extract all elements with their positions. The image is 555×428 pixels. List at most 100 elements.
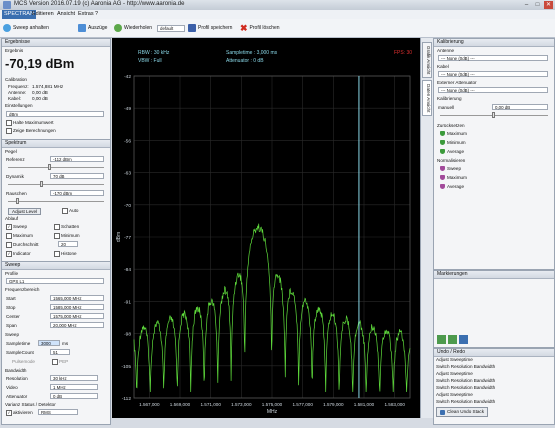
referenz-slider[interactable] xyxy=(48,164,51,170)
kabel-select[interactable]: --- None (0dB) --- xyxy=(438,71,548,77)
x-tick-label: 1.577,000 xyxy=(292,402,313,407)
undo-item[interactable]: Switch Resolution Bandwidth xyxy=(436,364,495,369)
wiederholen-button[interactable]: Wiederholen xyxy=(114,23,152,33)
pulsemode-label: Pulsemode xyxy=(12,359,35,364)
sweep-profile-select[interactable]: GPS L1 xyxy=(6,278,104,284)
histone-checkbox[interactable]: Histone xyxy=(54,251,77,257)
durchschnitt-field[interactable]: 20 xyxy=(58,241,78,247)
minimize-icon[interactable]: – xyxy=(522,1,531,9)
shield-icon xyxy=(440,184,445,189)
sweep-panel: Sweep Profile GPS L1 Frequenzbereich Sta… xyxy=(1,261,111,425)
referenz-field[interactable]: -112 dBm xyxy=(50,156,104,162)
norm-sweep-button[interactable]: Sweep xyxy=(440,166,461,171)
maximum-checkbox[interactable]: Maximum xyxy=(6,233,33,239)
x-tick-label: 1.575,000 xyxy=(262,402,283,407)
sampletime-field[interactable]: 3000 xyxy=(38,340,60,346)
sweep-checkbox[interactable]: ✓ Sweep xyxy=(6,224,27,230)
undo-item[interactable]: Switch Resolution Bandwidth xyxy=(436,378,495,383)
minimum-checkbox[interactable]: Minimum xyxy=(54,233,80,239)
clean-undo-button[interactable]: Clean Undo Stack xyxy=(436,407,489,417)
rauschen-field[interactable]: -170 dBm xyxy=(50,190,104,196)
add-marker-icon[interactable] xyxy=(437,335,446,344)
span-field[interactable]: 20,000 MHz xyxy=(50,322,104,328)
reset-minimum-button[interactable]: Minimum xyxy=(440,140,466,145)
menu-ansicht[interactable]: Ansicht xyxy=(57,11,75,17)
menu-extras[interactable]: Extras xyxy=(78,11,94,17)
tab-grafik-ansicht[interactable]: Grafik Ansicht xyxy=(422,42,432,78)
undo-item[interactable]: Adjust Sweeptime xyxy=(436,357,473,362)
center-field[interactable]: 1575,000 MHz xyxy=(50,313,104,319)
panel-header: Spektrum xyxy=(2,140,110,148)
stop-field[interactable]: 1585,000 MHz xyxy=(50,304,104,310)
menu-help[interactable]: ? xyxy=(95,11,98,17)
window-title: MCS Version 2016.07.19 (c) Aaronia AG - … xyxy=(14,1,185,7)
panel-header: Kalibrierung xyxy=(434,39,554,47)
undo-item[interactable]: Adjust Sweeptime xyxy=(436,392,473,397)
halte-max-checkbox[interactable]: Halte Maximumwert xyxy=(6,120,54,126)
close-icon[interactable]: ✕ xyxy=(544,1,553,9)
y-tick-label: -91 xyxy=(124,299,131,305)
undo-item[interactable]: Switch Resolution Bandwidth xyxy=(436,385,495,390)
x-tick-label: 1.567,000 xyxy=(139,402,160,407)
resolution-select[interactable]: 30 kHz xyxy=(50,375,98,381)
x-axis-label: MHz xyxy=(267,409,278,415)
zeige-abw-checkbox[interactable]: Zeige Berechnungen xyxy=(6,128,56,134)
auszuege-button[interactable]: Auszüge xyxy=(78,23,107,33)
manuell-slider[interactable] xyxy=(492,112,495,118)
pep-checkbox[interactable]: PEP xyxy=(52,359,68,365)
manuell-field[interactable]: 0,00 dB xyxy=(492,104,548,110)
delete-icon: ✖ xyxy=(240,22,248,33)
edit-marker-icon[interactable] xyxy=(448,335,457,344)
normalisieren-label: Normalisieren xyxy=(437,158,466,163)
unit-select[interactable]: dBm xyxy=(6,111,104,117)
ext-att-select[interactable]: --- None (0dB) --- xyxy=(438,87,548,93)
attenuator-readout: Attenuator : 0 dB xyxy=(226,58,264,64)
attenuator-select[interactable]: 0 dB xyxy=(50,393,98,399)
rauschen-label: Rauschen xyxy=(6,191,27,196)
sweep-start-button[interactable]: Sweep anhalten xyxy=(3,23,49,33)
video-label: Video xyxy=(6,385,18,390)
dynamik-slider[interactable] xyxy=(40,181,43,187)
profil-loeschen-button[interactable]: ✖ Profil löschen xyxy=(240,23,280,33)
samplecount-label: SampleCount xyxy=(6,350,34,355)
y-tick-label: -77 xyxy=(124,235,131,241)
durchschnitt-checkbox[interactable]: Durchschnitt xyxy=(6,242,39,248)
norm-maximum-button[interactable]: Maximum xyxy=(440,175,467,180)
remove-marker-icon[interactable] xyxy=(459,335,468,344)
x-tick-label: 1.583,000 xyxy=(384,402,405,407)
frequenzbereich-label: Frequenzbereich xyxy=(5,287,40,292)
schatten-checkbox[interactable]: Schatten xyxy=(54,224,79,230)
antenne-select[interactable]: --- None (0dB) --- xyxy=(438,55,548,61)
indicator-checkbox[interactable]: ✓ Indicator xyxy=(6,251,31,257)
profil-speichern-button[interactable]: Profil speichern xyxy=(188,23,232,33)
spectrum-plot[interactable]: RBW : 30 kHz VBW : Full Sampletime : 3,000… xyxy=(112,38,420,418)
adjust-level-button[interactable]: Adjust Level xyxy=(8,208,42,215)
panel-header: Undo / Redo xyxy=(434,349,554,357)
menu-spectran[interactable]: SPECTRAN xyxy=(2,10,36,19)
aktivieren-checkbox[interactable]: ✓ aktivieren xyxy=(6,410,33,416)
start-field[interactable]: 1565,000 MHz xyxy=(50,295,104,301)
detector-select[interactable]: RMS xyxy=(38,409,78,415)
profile-select[interactable]: default xyxy=(157,25,185,32)
auto-checkbox[interactable]: Auto xyxy=(62,208,78,214)
app-icon xyxy=(3,1,11,9)
reset-maximum-button[interactable]: Maximum xyxy=(440,131,467,136)
freq-label: Frequenz: xyxy=(8,84,29,89)
toolbar: Sweep anhalten Auszüge Wiederholen defau… xyxy=(0,19,555,38)
rauschen-slider[interactable] xyxy=(16,198,19,204)
dynamik-field[interactable]: 70 dB xyxy=(50,173,104,179)
profile-label: Profile xyxy=(5,271,19,276)
undo-item[interactable]: Adjust Sweeptime xyxy=(436,371,473,376)
tab-daten-ansicht[interactable]: Daten Ansicht xyxy=(422,80,432,116)
video-select[interactable]: 1 MHz xyxy=(50,384,98,390)
samplecount-field[interactable]: 51 xyxy=(50,349,70,355)
manuell-label: manuell xyxy=(438,105,455,110)
undo-item[interactable]: Switch Resolution Bandwidth xyxy=(436,399,495,404)
pegel-label: Pegel xyxy=(5,149,17,154)
reset-average-button[interactable]: Average xyxy=(440,149,464,154)
maximize-icon[interactable]: □ xyxy=(533,1,542,9)
span-label: Span xyxy=(6,323,17,328)
norm-average-button[interactable]: Average xyxy=(440,184,464,189)
menu-editieren[interactable]: Editieren xyxy=(32,11,54,17)
y-tick-label: -112 xyxy=(122,396,132,402)
